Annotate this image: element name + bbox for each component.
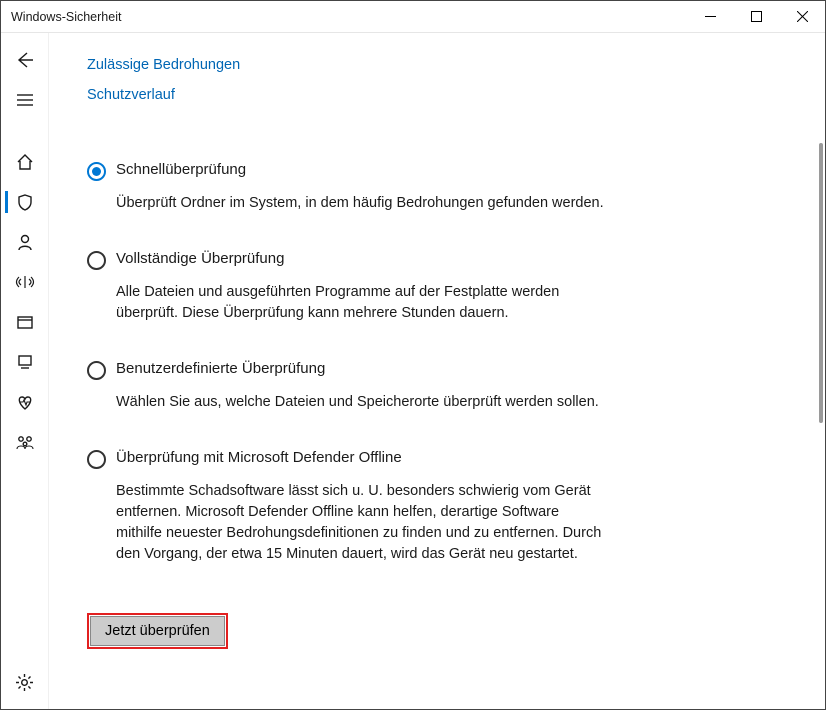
- option-title: Überprüfung mit Microsoft Defender Offli…: [116, 449, 402, 466]
- option-title: Vollständige Überprüfung: [116, 250, 284, 267]
- option-desc: Überprüft Ordner im System, in dem häufi…: [116, 193, 607, 214]
- back-icon[interactable]: [5, 47, 45, 73]
- device-health-icon[interactable]: [5, 389, 45, 415]
- scan-now-highlight: Jetzt überprüfen: [87, 613, 228, 649]
- scrollbar[interactable]: [813, 33, 825, 709]
- option-custom-scan[interactable]: Benutzerdefinierte Überprüfung Wählen Si…: [87, 360, 607, 413]
- radio-icon[interactable]: [87, 450, 106, 469]
- radio-icon[interactable]: [87, 162, 106, 181]
- main-content: Zulässige Bedrohungen Schutzverlauf Schn…: [49, 33, 825, 709]
- close-button[interactable]: [779, 1, 825, 33]
- account-icon[interactable]: [5, 229, 45, 255]
- option-desc: Alle Dateien und ausgeführten Programme …: [116, 282, 607, 324]
- option-quick-scan[interactable]: Schnellüberprüfung Überprüft Ordner im S…: [87, 161, 607, 214]
- protection-history-link[interactable]: Schutzverlauf: [87, 87, 795, 103]
- maximize-button[interactable]: [733, 1, 779, 33]
- radio-icon[interactable]: [87, 361, 106, 380]
- radio-icon[interactable]: [87, 251, 106, 270]
- option-title: Schnellüberprüfung: [116, 161, 246, 178]
- option-full-scan[interactable]: Vollständige Überprüfung Alle Dateien un…: [87, 250, 607, 324]
- home-icon[interactable]: [5, 149, 45, 175]
- window-title: Windows-Sicherheit: [11, 10, 121, 24]
- option-title: Benutzerdefinierte Überprüfung: [116, 360, 325, 377]
- shield-icon[interactable]: [5, 189, 45, 215]
- firewall-icon[interactable]: [5, 269, 45, 295]
- option-desc: Wählen Sie aus, welche Dateien und Speic…: [116, 392, 607, 413]
- minimize-button[interactable]: [687, 1, 733, 33]
- sidebar: [1, 33, 49, 709]
- scan-now-button[interactable]: Jetzt überprüfen: [90, 616, 225, 646]
- allowed-threats-link[interactable]: Zulässige Bedrohungen: [87, 57, 795, 73]
- app-control-icon[interactable]: [5, 309, 45, 335]
- option-desc: Bestimmte Schadsoftware lässt sich u. U.…: [116, 481, 607, 565]
- menu-icon[interactable]: [5, 87, 45, 113]
- option-offline-scan[interactable]: Überprüfung mit Microsoft Defender Offli…: [87, 449, 607, 565]
- scrollbar-thumb[interactable]: [819, 143, 823, 423]
- family-icon[interactable]: [5, 429, 45, 455]
- scan-options: Schnellüberprüfung Überprüft Ordner im S…: [87, 161, 607, 565]
- settings-icon[interactable]: [5, 669, 45, 695]
- device-security-icon[interactable]: [5, 349, 45, 375]
- titlebar: Windows-Sicherheit: [1, 1, 825, 33]
